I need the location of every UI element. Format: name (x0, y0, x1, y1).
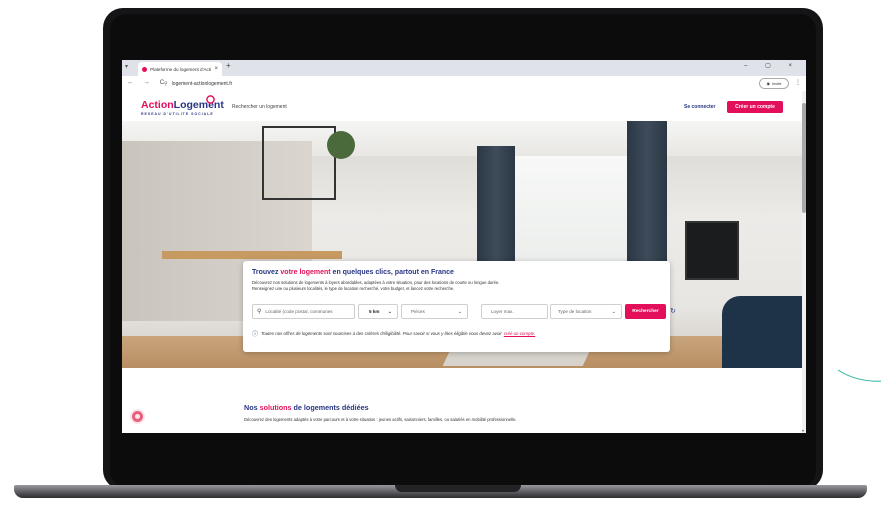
search-icon: ⚲ (257, 309, 262, 315)
tab-close-icon[interactable]: × (214, 66, 218, 72)
browser-screen: ▾ Plateforme du logement d'Acti × + – ▢ … (122, 60, 806, 433)
info-icon: ⓘ (252, 332, 259, 338)
location-placeholder: Localité (code postal, communes (265, 309, 333, 314)
note-text: Toutes nos offres de logements sont soum… (261, 331, 502, 336)
navigation-buttons[interactable]: ← → C (127, 79, 168, 86)
url-text: logement-actionlogement.fr (171, 80, 233, 87)
hero-banner: Trouvez votre logement en quelques clics… (122, 121, 802, 368)
new-tab-button[interactable]: + (226, 61, 231, 70)
solutions-title: Nos solutions de logements dédiées (244, 403, 369, 412)
decorative-arc (837, 369, 881, 382)
url-field[interactable]: ⚲ logement-actionlogement.fr (164, 79, 724, 88)
browser-menu-icon[interactable]: ⋮ (795, 79, 801, 86)
scrollbar-thumb[interactable] (802, 103, 806, 213)
rent-placeholder: Loyer max. (491, 309, 514, 314)
hero-photo-tv (685, 221, 739, 280)
location-input[interactable]: ⚲ Localité (code postal, communes (252, 304, 355, 319)
tab-search-icon[interactable]: ▾ (125, 63, 128, 70)
site-info-icon[interactable]: ⚲ (164, 81, 168, 87)
title-accent: solutions (259, 403, 292, 412)
rooms-placeholder: Pièces (411, 309, 425, 314)
window-controls[interactable]: – ▢ × (744, 62, 800, 69)
radius-select[interactable]: 5 km ⌄ (358, 304, 398, 319)
logo-part-1: Action (141, 99, 174, 111)
reset-icon[interactable]: ↻ (670, 307, 676, 315)
rental-type-select[interactable]: Type de location ⌄ (550, 304, 622, 319)
search-card-title: Trouvez votre logement en quelques clics… (252, 269, 454, 276)
title-text: Trouvez (252, 269, 279, 276)
rooms-select[interactable]: Pièces ⌄ (401, 304, 468, 319)
logo-mark-icon (206, 95, 215, 104)
max-rent-input[interactable]: Loyer max. (481, 304, 548, 319)
hero-photo-shelf (262, 126, 336, 200)
hero-photo-armchair (722, 296, 802, 368)
radius-value: 5 km (369, 309, 380, 314)
eligibility-note: ⓘ Toutes nos offres de logements sont so… (252, 329, 535, 338)
login-link[interactable]: Se connecter (684, 104, 715, 110)
chevron-down-icon: ⌄ (387, 308, 392, 315)
title-accent: votre logement (280, 269, 331, 276)
scroll-down-icon[interactable]: ▾ (802, 428, 804, 433)
logo-part-2: Logement (173, 99, 224, 111)
chevron-down-icon: ⌄ (457, 308, 462, 315)
browser-tab[interactable]: Plateforme du logement d'Acti × (138, 62, 222, 76)
browser-tab-bar: ▾ Plateforme du logement d'Acti × + – ▢ … (122, 60, 806, 76)
page-scrollbar[interactable]: ▾ (802, 91, 806, 433)
browser-address-bar: ← → C ⚲ logement-actionlogement.fr ◉ Inv… (122, 76, 806, 92)
profile-icon: ◉ (766, 81, 770, 86)
title-text: Nos (244, 403, 258, 412)
type-placeholder: Type de location (558, 309, 592, 314)
tab-title: Plateforme du logement d'Acti (150, 66, 212, 72)
search-housing-link[interactable]: Rechercher un logement (232, 104, 287, 110)
hero-photo-plant (327, 131, 355, 159)
profile-label: Invité (771, 81, 782, 86)
search-button[interactable]: Rechercher (625, 304, 666, 319)
create-account-link[interactable]: créé un compte. (504, 331, 535, 336)
favicon-icon (142, 66, 147, 72)
create-account-button[interactable]: Créer un compte (727, 101, 783, 113)
hero-photo-desk (162, 251, 342, 259)
chevron-down-icon: ⌄ (611, 308, 616, 315)
site-header: ActionLogement RESEAU D'UTILITE SOCIALE … (122, 91, 806, 121)
search-card-description: Découvrez nos solutions de logements à l… (252, 280, 652, 291)
title-text: en quelques clics, partout en France (332, 269, 454, 276)
profile-button[interactable]: ◉ Invité (759, 78, 789, 89)
title-text: de logements dédiées (293, 403, 369, 412)
laptop-notch (395, 485, 521, 492)
solutions-description: Découvrez des logements adaptés à votre … (244, 417, 517, 422)
description-line: Renseignez une ou plusieurs localités, l… (252, 285, 455, 291)
logo-tagline: RESEAU D'UTILITE SOCIALE (141, 112, 214, 116)
chat-icon[interactable] (130, 409, 145, 424)
search-fields: ⚲ Localité (code postal, communes 5 km ⌄… (252, 304, 676, 319)
search-card: Trouvez votre logement en quelques clics… (243, 261, 676, 352)
